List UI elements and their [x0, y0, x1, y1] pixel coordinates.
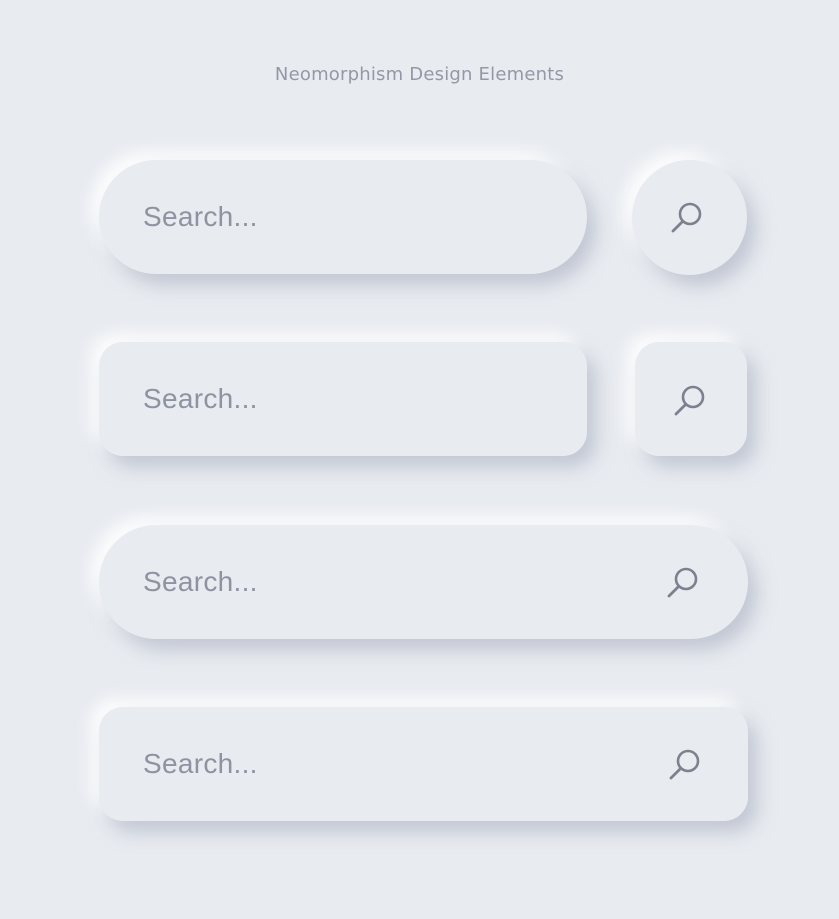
search-placeholder: Search...	[143, 201, 258, 232]
search-icon[interactable]	[667, 747, 703, 783]
search-bar-pill-wide[interactable]: Search...	[99, 525, 748, 639]
search-button-square[interactable]	[635, 342, 747, 456]
search-icon	[669, 200, 705, 236]
search-bar-pill[interactable]: Search...	[99, 160, 587, 274]
search-placeholder: Search...	[143, 748, 258, 779]
page-title: Neomorphism Design Elements	[274, 64, 565, 85]
search-icon[interactable]	[665, 565, 701, 601]
search-icon	[672, 383, 708, 419]
search-bar-rounded-rect-wide[interactable]: Search...	[99, 707, 748, 821]
search-bar-rounded-rect[interactable]: Search...	[99, 342, 587, 456]
search-button-round[interactable]	[632, 160, 747, 275]
search-placeholder: Search...	[143, 383, 258, 414]
search-placeholder: Search...	[143, 566, 258, 597]
